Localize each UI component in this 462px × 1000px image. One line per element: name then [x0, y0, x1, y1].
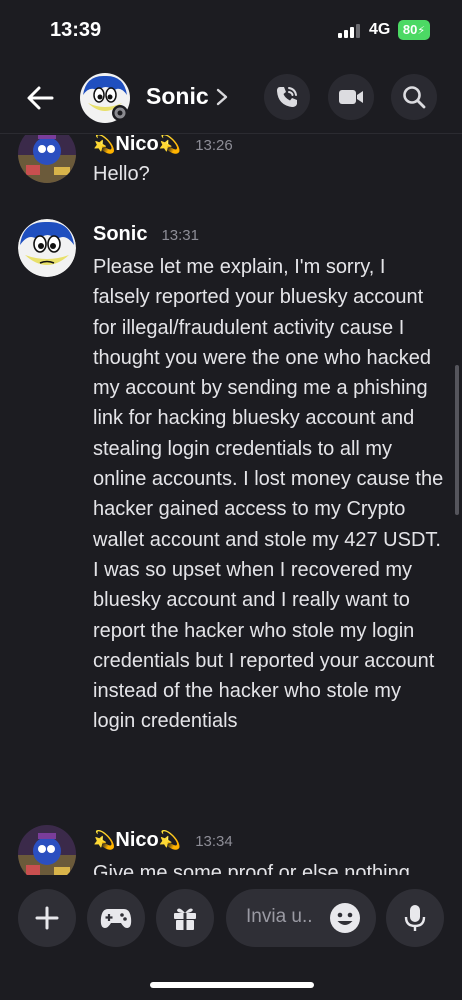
battery-level: 80	[402, 22, 418, 37]
add-button[interactable]	[18, 889, 76, 947]
avatar[interactable]	[18, 135, 76, 183]
message-header: Sonic 13:31	[93, 223, 199, 246]
voice-call-button[interactable]	[264, 74, 310, 120]
status-time: 13:39	[50, 19, 102, 41]
message-time: 13:26	[195, 137, 233, 154]
message-input[interactable]: Invia u..	[226, 889, 376, 947]
message-input-placeholder: Invia u..	[246, 906, 313, 927]
chevron-right-icon[interactable]	[214, 86, 230, 108]
message-text: Give me some proof or else nothing	[93, 862, 410, 875]
message-header: 💫 Nico 💫 13:26	[93, 135, 233, 156]
gift-button[interactable]	[156, 889, 214, 947]
message-header: 💫 Nico 💫 13:34	[93, 829, 233, 852]
sparkle-icon: 💫	[158, 830, 182, 850]
network-type: 4G	[369, 21, 391, 38]
avatar[interactable]	[80, 73, 130, 123]
voice-message-button[interactable]	[386, 889, 444, 947]
sparkle-icon: 💫	[93, 830, 116, 850]
scrollbar[interactable]	[455, 365, 459, 515]
voice-call-icon	[277, 87, 297, 107]
video-call-button[interactable]	[328, 74, 374, 120]
message-author[interactable]: Sonic	[93, 223, 147, 246]
avatar[interactable]	[18, 825, 76, 875]
search-button[interactable]	[391, 74, 437, 120]
activities-button[interactable]	[87, 889, 145, 947]
message-author[interactable]: Nico	[115, 829, 158, 852]
status-bar: 13:39 4G 80⚡	[0, 0, 462, 62]
avatar[interactable]	[18, 219, 76, 277]
message-list[interactable]: 💫 Nico 💫 13:26 Hello? Sonic 13:31 Please…	[0, 135, 462, 875]
gamepad-icon	[100, 909, 132, 928]
chat-title[interactable]: Sonic	[146, 83, 209, 110]
cellular-signal-icon	[338, 24, 360, 38]
message-author[interactable]: Nico	[115, 135, 158, 156]
sparkle-icon: 💫	[93, 135, 116, 154]
message-time: 13:31	[161, 227, 199, 244]
emoji-icon[interactable]	[329, 902, 361, 934]
microphone-icon	[404, 905, 426, 931]
video-call-icon	[339, 90, 363, 104]
chat-header: Sonic	[0, 62, 462, 134]
message-text: Hello?	[93, 163, 150, 185]
gift-icon	[174, 908, 196, 930]
search-icon	[403, 86, 426, 109]
message-time: 13:34	[195, 833, 233, 850]
plus-icon	[35, 906, 59, 930]
message-text: Please let me explain, I'm sorry, I fals…	[93, 256, 444, 733]
home-indicator[interactable]	[150, 982, 314, 988]
battery-indicator: 80⚡	[398, 20, 430, 40]
sparkle-icon: 💫	[158, 135, 182, 154]
back-arrow-icon[interactable]	[22, 82, 58, 114]
charging-bolt-icon: ⚡	[417, 25, 426, 37]
